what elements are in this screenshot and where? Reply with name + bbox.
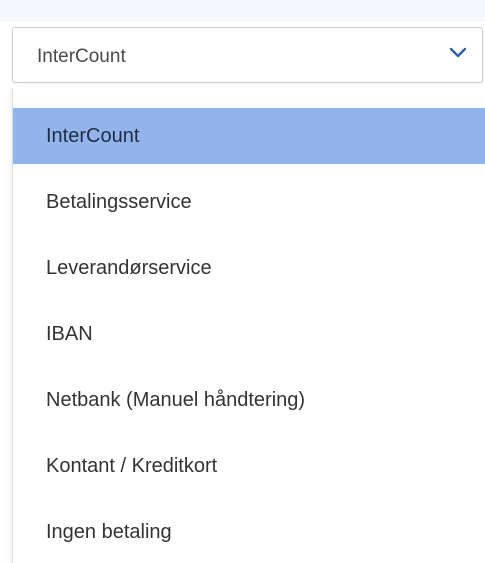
option-iban[interactable]: IBAN (13, 306, 485, 362)
option-label: Ingen betaling (46, 520, 172, 543)
option-intercount[interactable]: InterCount (13, 108, 485, 164)
option-label: IBAN (46, 322, 93, 345)
payment-method-select[interactable]: InterCount (12, 27, 483, 83)
top-background-strip (0, 0, 485, 22)
option-label: Netbank (Manuel håndtering) (46, 388, 306, 411)
option-ingen-betaling[interactable]: Ingen betaling (13, 504, 485, 560)
dropdown-options-list: InterCount Betalingsservice Leverandørse… (12, 88, 485, 563)
option-label: Leverandørservice (46, 256, 212, 279)
option-betalingsservice[interactable]: Betalingsservice (13, 174, 485, 230)
option-label: Betalingsservice (46, 190, 192, 213)
option-label: InterCount (46, 124, 140, 147)
select-current-value: InterCount (37, 46, 126, 67)
option-netbank-manuel[interactable]: Netbank (Manuel håndtering) (13, 372, 485, 428)
option-label: Kontant / Kreditkort (46, 454, 218, 477)
option-leverandorservice[interactable]: Leverandørservice (13, 240, 485, 296)
chevron-down-icon[interactable] (448, 46, 468, 60)
option-kontant-kreditkort[interactable]: Kontant / Kreditkort (13, 438, 485, 494)
